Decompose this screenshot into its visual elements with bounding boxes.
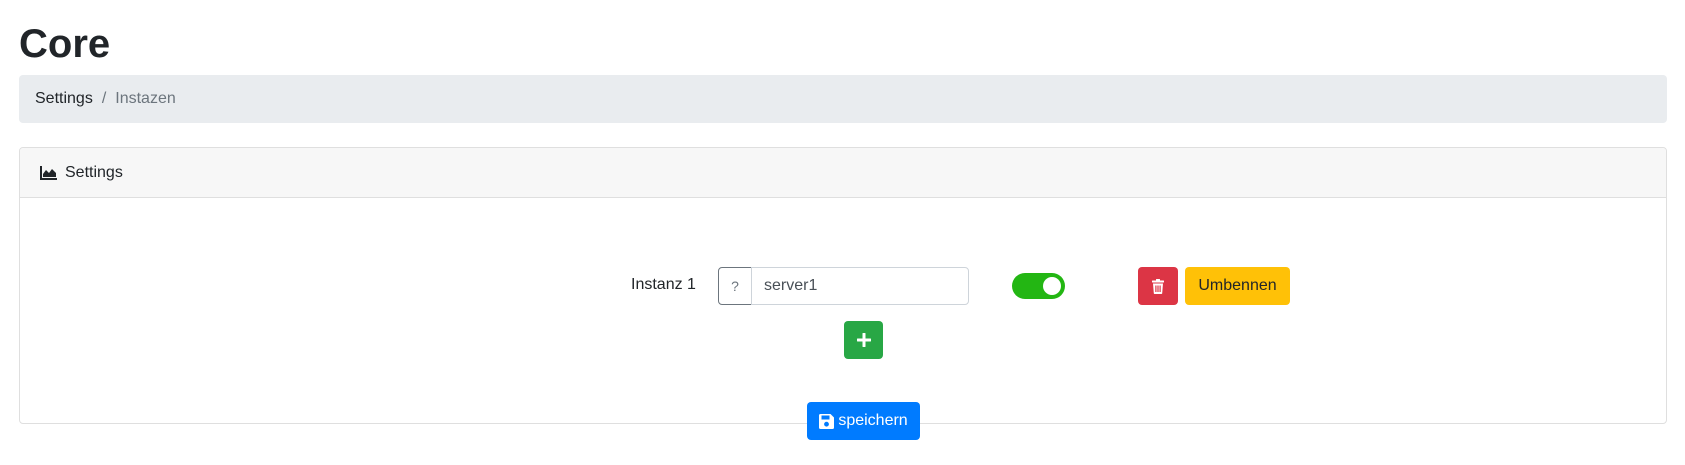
- help-button[interactable]: ?: [718, 267, 752, 305]
- card-header: Settings: [20, 148, 1666, 198]
- breadcrumb-separator: /: [101, 90, 107, 107]
- card-body: Instanz 1 ? Umbennen: [20, 198, 1666, 440]
- add-instance-button[interactable]: [844, 321, 883, 359]
- area-chart-icon: [40, 165, 57, 180]
- save-button[interactable]: speichern: [807, 402, 920, 440]
- save-button-label: speichern: [838, 412, 908, 429]
- breadcrumb-item-settings[interactable]: Settings: [35, 90, 93, 108]
- settings-card: Settings Instanz 1 ? server1 Umbennen sp…: [19, 147, 1667, 440]
- breadcrumb-item-instazen: Instazen: [115, 90, 176, 107]
- instance-enabled-toggle[interactable]: [1012, 273, 1065, 299]
- breadcrumb: Settings / Instazen: [19, 75, 1667, 123]
- trash-icon: [1152, 278, 1164, 294]
- card-header-title: Settings: [65, 163, 123, 181]
- page: Core Settings / Instazen Settings Instan…: [0, 0, 1685, 465]
- delete-instance-button[interactable]: [1138, 267, 1178, 305]
- page-title: Core: [19, 22, 111, 66]
- toggle-knob: [1043, 277, 1061, 295]
- instance-name-input[interactable]: [751, 267, 969, 305]
- instance-label: Instanz 1: [631, 276, 696, 293]
- rename-instance-button[interactable]: Umbennen: [1185, 267, 1290, 305]
- floppy-disk-icon: [819, 413, 835, 429]
- plus-icon: [856, 333, 871, 347]
